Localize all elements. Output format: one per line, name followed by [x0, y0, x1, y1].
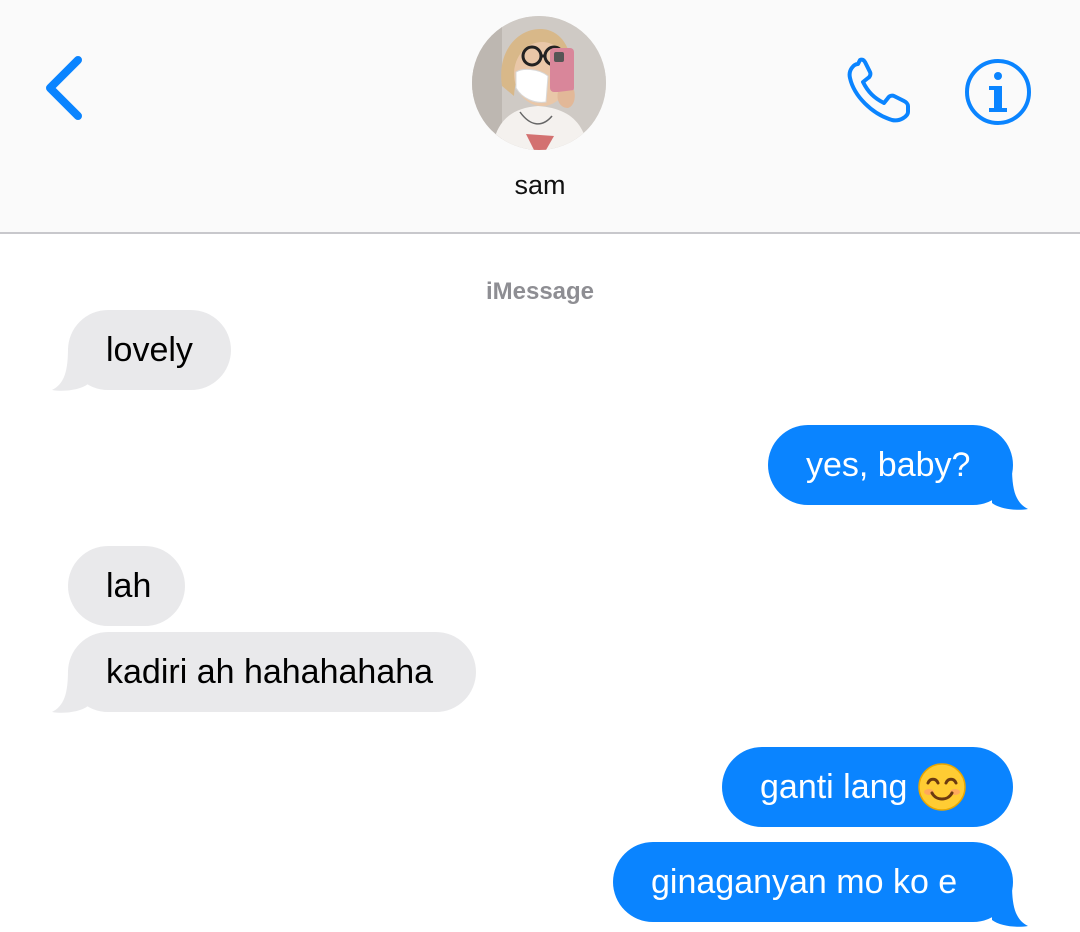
message-text: lah: [106, 566, 152, 605]
outgoing-message-bubble[interactable]: yes, baby?: [768, 425, 1013, 505]
contact-name[interactable]: sam: [0, 170, 1080, 201]
outgoing-message-bubble[interactable]: ganti lang: [722, 747, 1013, 827]
conversation-header: sam: [0, 0, 1080, 234]
incoming-message-bubble[interactable]: lah: [68, 546, 185, 626]
info-icon: [965, 59, 1031, 125]
message-text: ganti lang: [760, 767, 908, 806]
smiling-face-emoji-icon: [918, 763, 967, 811]
outgoing-message-bubble[interactable]: ginaganyan mo ko e: [613, 842, 1013, 922]
incoming-bubble-tail: [52, 348, 88, 391]
audio-call-button[interactable]: [842, 56, 918, 128]
incoming-message-bubble[interactable]: lovely: [68, 310, 231, 390]
message-text: yes, baby?: [806, 445, 971, 484]
outgoing-bubble-tail: [992, 467, 1028, 510]
avatar-photo: [472, 16, 606, 150]
chevron-left-icon: [46, 56, 82, 120]
info-button[interactable]: [962, 56, 1034, 128]
message-text: lovely: [106, 330, 193, 369]
outgoing-bubble-tail: [992, 884, 1028, 927]
message-text: ginaganyan mo ko e: [651, 862, 958, 901]
back-button[interactable]: [38, 52, 94, 124]
contact-avatar[interactable]: [472, 16, 606, 150]
phone-icon: [847, 57, 910, 123]
service-label: iMessage: [485, 278, 595, 305]
message-text: kadiri ah hahahahaha: [106, 652, 434, 691]
incoming-message-bubble[interactable]: kadiri ah hahahahaha: [68, 632, 476, 712]
incoming-bubble-tail: [52, 670, 88, 713]
